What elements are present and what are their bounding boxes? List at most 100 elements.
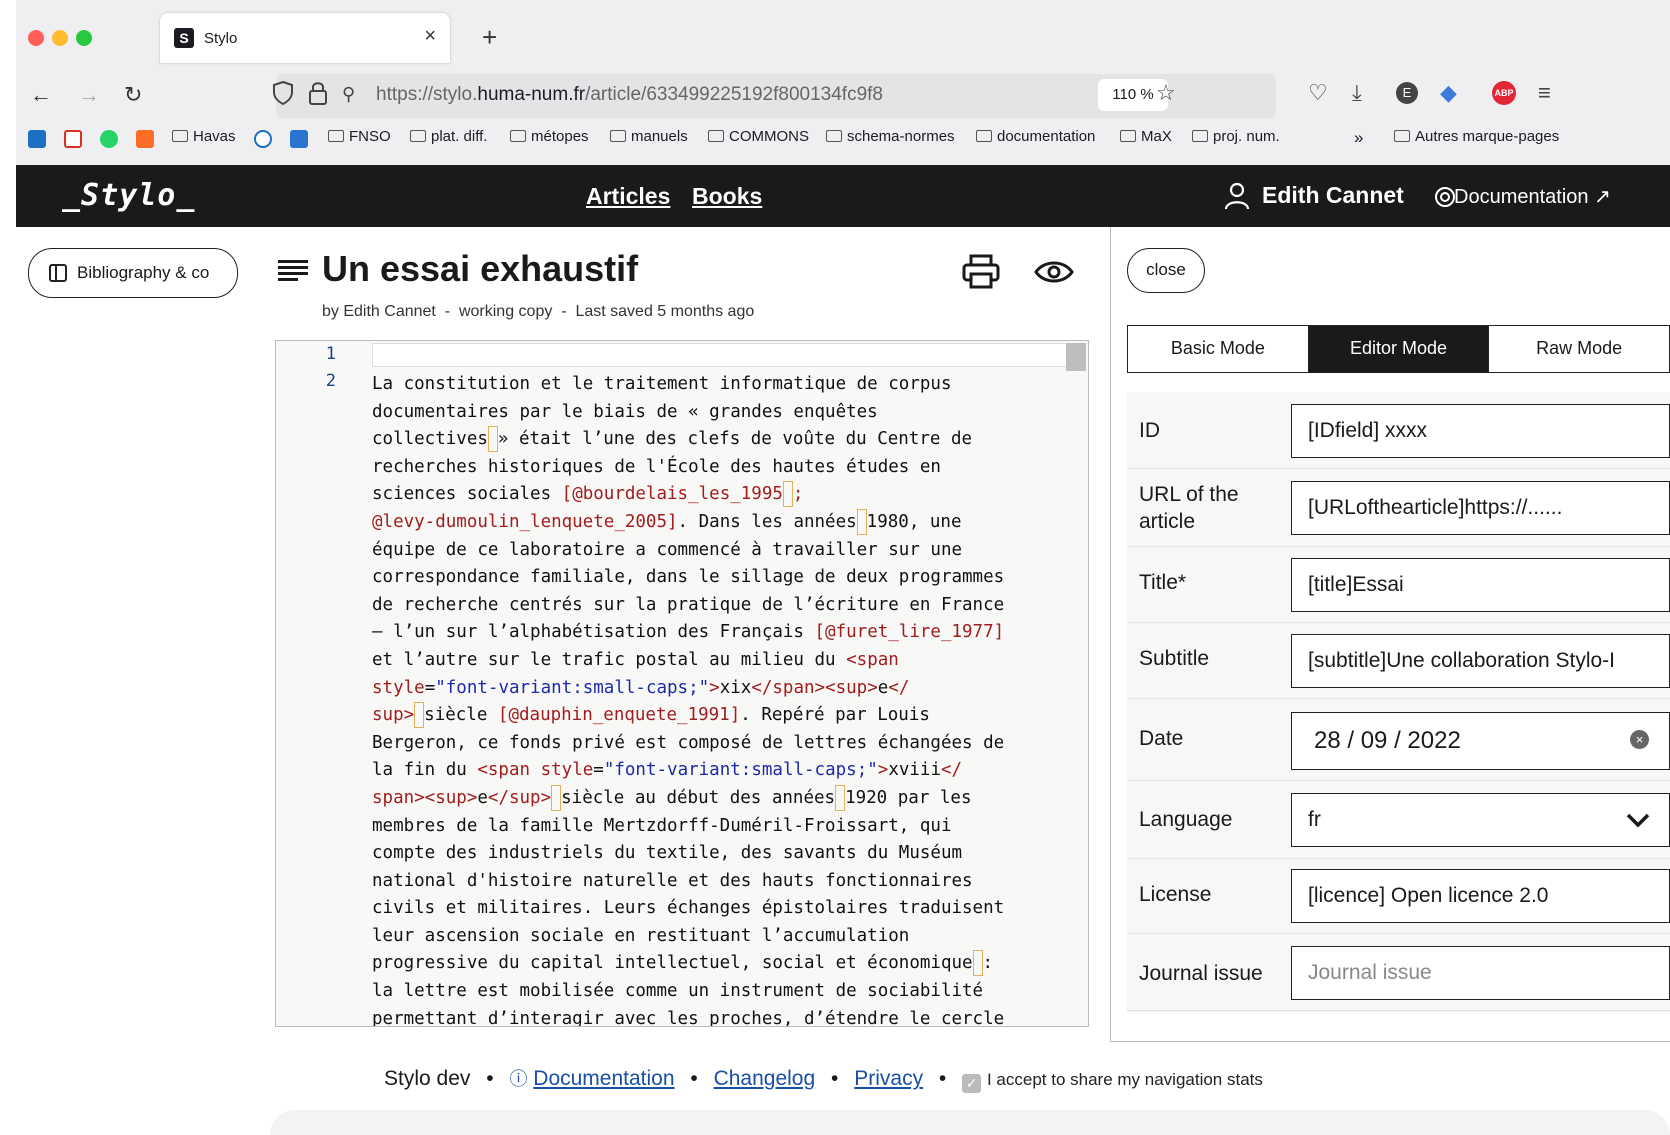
- bookmark-metopes[interactable]: métopes: [510, 128, 589, 145]
- nav-books[interactable]: Books: [692, 183, 762, 210]
- clear-date-icon[interactable]: ×: [1630, 730, 1649, 749]
- bookmarks-bar: Havas FNSO plat. diff. métopes manuels C…: [16, 124, 1670, 156]
- lock-icon[interactable]: [308, 80, 328, 106]
- back-icon[interactable]: ←: [30, 82, 52, 108]
- field-row-date: Date 28 / 09 / 2022 ×: [1127, 699, 1670, 781]
- line-gutter: [276, 341, 366, 1026]
- bookmark-commons[interactable]: COMMONS: [708, 128, 809, 145]
- date-label: Date: [1139, 727, 1184, 750]
- close-tab-icon[interactable]: ×: [424, 25, 436, 48]
- adblock-icon[interactable]: ABP: [1492, 81, 1516, 105]
- print-icon[interactable]: [962, 254, 1000, 290]
- header-documentation-link[interactable]: Documentation ↗: [1454, 184, 1611, 209]
- bookmarks-overflow-icon[interactable]: »: [1354, 128, 1363, 148]
- bookmark-star-icon[interactable]: ☆: [1156, 80, 1176, 106]
- line-number: 1: [325, 344, 336, 364]
- field-row-title: Title* [title]Essai: [1127, 547, 1670, 623]
- id-label: ID: [1139, 419, 1160, 442]
- bookmark-documentation[interactable]: documentation: [976, 128, 1095, 145]
- pocket-icon[interactable]: ♡: [1308, 80, 1328, 106]
- tab-basic-mode[interactable]: Basic Mode: [1128, 326, 1309, 372]
- nextcloud-icon[interactable]: [290, 130, 308, 148]
- preview-eye-icon[interactable]: [1034, 254, 1074, 290]
- user-name[interactable]: Edith Cannet: [1262, 182, 1404, 209]
- reload-icon[interactable]: ↻: [124, 82, 142, 108]
- outlook-icon[interactable]: [28, 130, 46, 148]
- chevron-down-icon: [1626, 813, 1650, 828]
- bottom-decoration: [270, 1110, 1670, 1135]
- footer-changelog-link[interactable]: Changelog: [714, 1067, 816, 1090]
- editor-text[interactable]: La constitution et le traitement informa…: [372, 371, 1072, 1026]
- id-input[interactable]: [IDfield] xxxx: [1291, 404, 1670, 458]
- footer: Stylo dev • ⓘ Documentation • Changelog …: [384, 1065, 1263, 1093]
- extension-e-icon[interactable]: E: [1396, 82, 1418, 104]
- menu-icon[interactable]: ≡: [1538, 80, 1551, 106]
- url-label: URL of the article: [1139, 483, 1239, 533]
- extension-diamond-icon[interactable]: ◆: [1440, 80, 1457, 106]
- license-label: License: [1139, 883, 1212, 906]
- gitlab-icon[interactable]: [136, 130, 154, 148]
- url-input[interactable]: [URLofthearticle]https://......: [1291, 481, 1670, 535]
- footer-separator: •: [831, 1067, 839, 1090]
- new-tab-icon[interactable]: +: [482, 22, 497, 53]
- license-input[interactable]: [licence] Open licence 2.0: [1291, 869, 1670, 923]
- footer-privacy-link[interactable]: Privacy: [854, 1067, 923, 1090]
- close-window-button[interactable]: [28, 30, 44, 46]
- tab-raw-mode[interactable]: Raw Mode: [1489, 326, 1670, 372]
- sync-icon[interactable]: [254, 130, 272, 148]
- date-input[interactable]: 28 / 09 / 2022 ×: [1291, 712, 1670, 770]
- subtitle-input[interactable]: [subtitle]Une collaboration Stylo-I: [1291, 634, 1670, 688]
- whatsapp-icon[interactable]: [100, 130, 118, 148]
- browser-chrome: S Stylo × + ← → ↻ ⚲ https://stylo.huma-n…: [16, 0, 1670, 165]
- line-number: 2: [325, 371, 336, 391]
- language-value: fr: [1308, 808, 1321, 831]
- url-text[interactable]: https://stylo.huma-num.fr/article/633499…: [376, 84, 883, 106]
- browser-tab[interactable]: S Stylo ×: [160, 13, 450, 63]
- minimize-window-button[interactable]: [52, 30, 68, 46]
- bibliography-button[interactable]: Bibliography & co: [28, 248, 238, 298]
- stylo-logo[interactable]: _Stylo_: [62, 178, 195, 213]
- footer-env: Stylo dev: [384, 1067, 471, 1090]
- gmail-icon[interactable]: [64, 130, 82, 148]
- bookmark-schema-normes[interactable]: schema-normes: [826, 128, 955, 145]
- language-select[interactable]: fr: [1291, 793, 1670, 847]
- help-circle-icon: ⓘ: [509, 1069, 528, 1089]
- panel-divider: [1127, 1010, 1670, 1030]
- bookmark-havas[interactable]: Havas: [172, 128, 236, 145]
- forward-icon[interactable]: →: [78, 82, 100, 108]
- footer-separator: •: [690, 1067, 698, 1090]
- bookmark-max[interactable]: MaX: [1120, 128, 1172, 145]
- stats-consent-checkbox[interactable]: ✓: [962, 1074, 982, 1093]
- article-meta: by Edith Cannet - working copy - Last sa…: [322, 303, 755, 320]
- download-icon[interactable]: ⤓: [1352, 80, 1362, 106]
- close-panel-button[interactable]: close: [1127, 248, 1205, 293]
- bookmark-plat-diff[interactable]: plat. diff.: [410, 128, 487, 145]
- bookmark-proj-num[interactable]: proj. num.: [1192, 128, 1280, 145]
- table-of-contents-icon[interactable]: [278, 259, 308, 281]
- bookmark-manuels[interactable]: manuels: [610, 128, 688, 145]
- metadata-form: ID [IDfield] xxxx URL of the article [UR…: [1127, 392, 1670, 1012]
- stats-consent-label: I accept to share my navigation stats: [986, 1070, 1263, 1089]
- language-label: Language: [1139, 808, 1233, 831]
- nav-articles[interactable]: Articles: [586, 183, 670, 210]
- article-title: Un essai exhaustif: [322, 248, 639, 289]
- date-value: 28 / 09 / 2022: [1314, 727, 1461, 754]
- shield-icon[interactable]: [272, 80, 294, 106]
- subtitle-label: Subtitle: [1139, 647, 1210, 670]
- editor-scrollbar[interactable]: [1066, 343, 1086, 371]
- title-input[interactable]: [title]Essai: [1291, 558, 1670, 612]
- tab-title: Stylo: [204, 30, 238, 47]
- current-line-highlight: [372, 343, 1072, 367]
- journal-issue-input[interactable]: Journal issue: [1291, 946, 1670, 1000]
- maximize-window-button[interactable]: [76, 30, 92, 46]
- mode-switcher: Basic Mode Editor Mode Raw Mode: [1127, 325, 1670, 373]
- markdown-editor[interactable]: 1 2 La constitution et le traitement inf…: [275, 340, 1089, 1027]
- field-row-license: License [licence] Open licence 2.0: [1127, 859, 1670, 934]
- footer-documentation-link[interactable]: Documentation: [533, 1067, 674, 1090]
- field-row-journal: Journal issue Journal issue: [1127, 934, 1670, 1012]
- permissions-icon[interactable]: ⚲: [342, 84, 355, 105]
- bookmark-other[interactable]: Autres marque-pages: [1394, 128, 1559, 145]
- stylo-favicon-icon: S: [174, 28, 194, 48]
- tab-editor-mode[interactable]: Editor Mode: [1308, 326, 1490, 372]
- bookmark-fnso[interactable]: FNSO: [328, 128, 391, 145]
